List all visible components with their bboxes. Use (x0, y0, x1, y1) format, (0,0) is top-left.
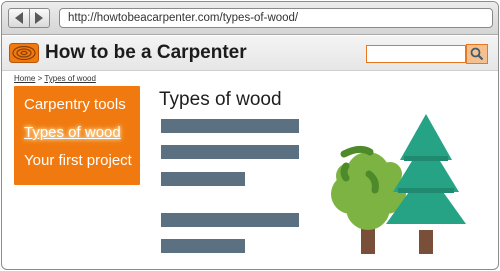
conifer-tree-icon (386, 114, 466, 254)
page-title: Types of wood (159, 89, 282, 110)
breadcrumb: Home > Types of wood (14, 74, 96, 83)
search-input[interactable] (366, 45, 466, 63)
breadcrumb-current-link[interactable]: Types of wood (44, 74, 96, 83)
sidebar-item-label: Types of wood (24, 124, 121, 141)
text-placeholder-line (161, 213, 299, 227)
site-title[interactable]: How to be a Carpenter (45, 42, 247, 64)
text-placeholder-line (161, 145, 299, 159)
deciduous-tree-icon (331, 145, 406, 254)
forward-button[interactable] (28, 9, 50, 27)
sidebar-nav: Carpentry tools Types of wood Your first… (14, 86, 140, 185)
browser-window: http://howtobeacarpenter.com/types-of-wo… (1, 1, 499, 270)
breadcrumb-home-link[interactable]: Home (14, 74, 35, 83)
site-header: How to be a Carpenter (2, 36, 498, 71)
text-placeholder-line (161, 172, 245, 186)
sidebar-item-carpentry-tools[interactable]: Carpentry tools (14, 93, 140, 121)
sidebar-item-label: Carpentry tools (24, 96, 126, 113)
back-arrow-icon (14, 12, 23, 24)
address-bar[interactable]: http://howtobeacarpenter.com/types-of-wo… (59, 8, 493, 28)
text-placeholder-line (161, 119, 299, 133)
nav-buttons (8, 8, 50, 28)
back-button[interactable] (9, 9, 29, 27)
wood-grain-logo-icon[interactable] (9, 43, 39, 63)
sidebar-item-label: Your first project (24, 152, 132, 169)
search-icon (470, 47, 484, 61)
breadcrumb-separator: > (37, 74, 43, 83)
search-button[interactable] (466, 44, 488, 64)
text-placeholder-line (161, 239, 245, 253)
forward-arrow-icon (35, 12, 44, 24)
sidebar-item-types-of-wood[interactable]: Types of wood (14, 121, 140, 149)
browser-toolbar: http://howtobeacarpenter.com/types-of-wo… (2, 2, 498, 35)
trees-illustration (331, 114, 466, 254)
sidebar-item-your-first-project[interactable]: Your first project (14, 149, 140, 177)
